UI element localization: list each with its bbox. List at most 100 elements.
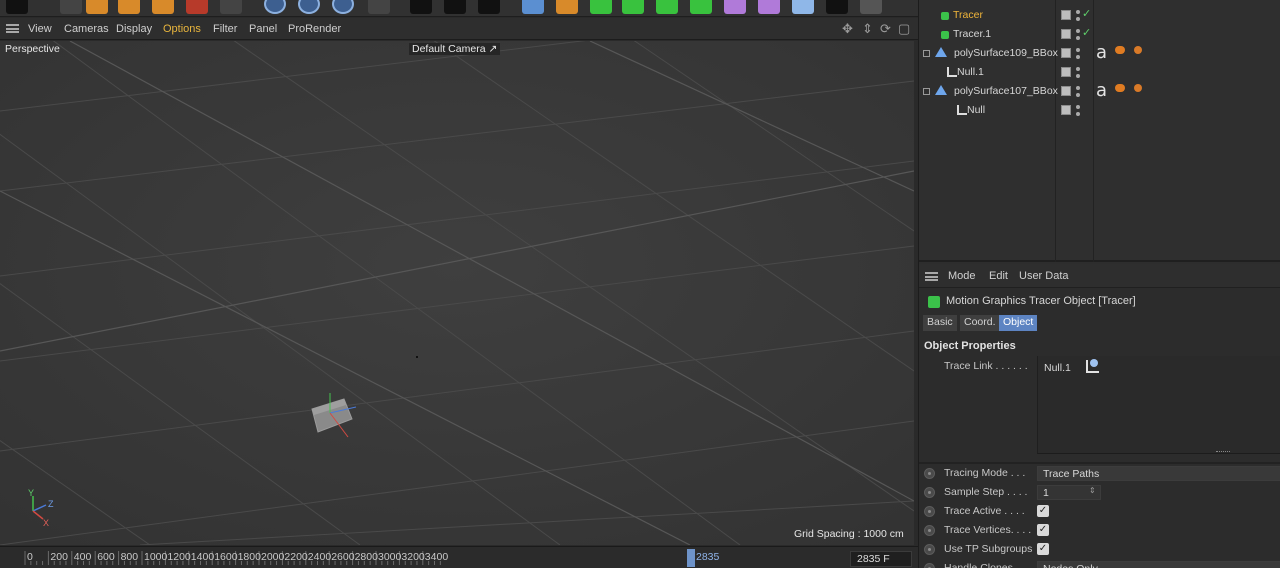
edit-visibility-icon[interactable] (1061, 67, 1071, 77)
editor-visibility-dot[interactable] (1076, 29, 1080, 33)
camera-icon[interactable] (826, 0, 848, 14)
trace-link-item[interactable]: Null.1 (1044, 362, 1071, 374)
render-visibility-dot[interactable] (1076, 55, 1080, 59)
tab-basic[interactable]: Basic (923, 315, 957, 331)
menu-prorender[interactable]: ProRender (288, 23, 341, 35)
style-tag-icon[interactable]: a (1096, 80, 1107, 101)
cube-primitive-icon[interactable] (522, 0, 544, 14)
object-name[interactable]: Null (967, 104, 985, 116)
pan-view-icon[interactable]: ✥ (842, 21, 853, 37)
property-dropdown[interactable]: Nodes Only (1037, 561, 1280, 568)
edit-visibility-icon[interactable] (1061, 48, 1071, 58)
object-row[interactable]: Null (919, 101, 1280, 120)
tree-expand-icon[interactable] (923, 50, 930, 57)
attribute-hamburger-icon[interactable] (925, 272, 938, 281)
zoom-view-icon[interactable]: ⇕ (862, 21, 873, 37)
menu-options[interactable]: Options (163, 23, 201, 35)
recent-tool-icon[interactable] (186, 0, 208, 14)
resize-handle[interactable] (1216, 451, 1230, 453)
coordinate-system-icon[interactable] (368, 0, 390, 14)
object-name[interactable]: Tracer (953, 9, 983, 21)
subdivision-icon[interactable] (622, 0, 644, 14)
select-tool-icon[interactable] (60, 0, 82, 14)
edit-visibility-icon[interactable] (1061, 29, 1071, 39)
mograph-tag-icon[interactable] (1134, 84, 1142, 92)
property-checkbox[interactable]: ✓ (1037, 524, 1049, 536)
array-icon[interactable] (656, 0, 678, 14)
menu-mode[interactable]: Mode (948, 270, 976, 282)
motion-tag-icon[interactable] (1115, 46, 1125, 54)
render-visibility-dot[interactable] (1076, 112, 1080, 116)
render-picture-viewer-icon[interactable] (444, 0, 466, 14)
menu-panel[interactable]: Panel (249, 23, 277, 35)
edit-visibility-icon[interactable] (1061, 105, 1071, 115)
property-checkbox[interactable]: ✓ (1037, 505, 1049, 517)
editor-visibility-dot[interactable] (1076, 48, 1080, 52)
timeline-ruler[interactable]: 0 200 400 600 800 1000 1200 1400 1600 1800 2000 220… (0, 546, 918, 568)
render-settings-icon[interactable] (478, 0, 500, 14)
render-visibility-dot[interactable] (1076, 93, 1080, 97)
menu-cameras[interactable]: Cameras (64, 23, 109, 35)
animation-radio[interactable] (924, 487, 935, 498)
field-icon[interactable] (758, 0, 780, 14)
stepper-arrows-icon[interactable]: ⇕ (1089, 486, 1096, 495)
live-selection-icon[interactable] (220, 0, 242, 14)
floor-icon[interactable] (792, 0, 814, 14)
move-tool-icon[interactable] (86, 0, 108, 14)
trace-link-list[interactable]: Null.1 (1037, 356, 1280, 454)
viewport-hamburger-icon[interactable] (6, 24, 19, 33)
enabled-check-icon[interactable]: ✓ (1082, 26, 1091, 39)
render-visibility-dot[interactable] (1076, 36, 1080, 40)
render-visibility-dot[interactable] (1076, 17, 1080, 21)
y-axis-lock-icon[interactable] (298, 0, 320, 14)
edit-visibility-icon[interactable] (1061, 10, 1071, 20)
tab-coord[interactable]: Coord. (960, 315, 1000, 331)
perspective-viewport[interactable]: Perspective Default Camera ↗ Grid Spacin… (0, 41, 914, 545)
menu-edit[interactable]: Edit (989, 270, 1008, 282)
property-checkbox[interactable]: ✓ (1037, 543, 1049, 555)
animation-radio[interactable] (924, 506, 935, 517)
property-dropdown[interactable]: Trace Paths (1037, 466, 1280, 481)
object-name[interactable]: polySurface107_BBox (954, 85, 1058, 97)
edit-visibility-icon[interactable] (1061, 86, 1071, 96)
current-frame-field[interactable]: 2835 F (850, 551, 912, 567)
light-icon[interactable] (860, 0, 882, 14)
editor-visibility-dot[interactable] (1076, 10, 1080, 14)
z-axis-lock-icon[interactable] (332, 0, 354, 14)
motion-tag-icon[interactable] (1115, 84, 1125, 92)
x-axis-lock-icon[interactable] (264, 0, 286, 14)
object-row[interactable]: polySurface109_BBox a (919, 42, 1280, 63)
mograph-tag-icon[interactable] (1134, 46, 1142, 54)
editor-visibility-dot[interactable] (1076, 105, 1080, 109)
object-name[interactable]: Null.1 (957, 66, 984, 78)
playhead-marker[interactable] (687, 549, 695, 567)
undo-icon[interactable] (6, 0, 28, 14)
object-name[interactable]: Tracer.1 (953, 28, 991, 40)
camera-label[interactable]: Default Camera ↗ (409, 43, 501, 55)
editor-visibility-dot[interactable] (1076, 67, 1080, 71)
render-view-icon[interactable] (410, 0, 432, 14)
object-row[interactable]: Tracer ✓ (919, 6, 1280, 25)
mograph-cloner-icon[interactable] (690, 0, 712, 14)
animation-radio[interactable] (924, 525, 935, 536)
scale-tool-icon[interactable] (118, 0, 140, 14)
generator-icon[interactable] (590, 0, 612, 14)
rotate-view-icon[interactable]: ⟳ (880, 21, 891, 37)
menu-user-data[interactable]: User Data (1019, 270, 1069, 282)
animation-radio[interactable] (924, 544, 935, 555)
object-row[interactable]: polySurface107_BBox a (919, 80, 1280, 101)
menu-view[interactable]: View (28, 23, 52, 35)
object-name[interactable]: polySurface109_BBox (954, 47, 1058, 59)
tab-object[interactable]: Object (999, 315, 1038, 331)
deformer-icon[interactable] (724, 0, 746, 14)
animation-radio[interactable] (924, 563, 935, 568)
toggle-view-icon[interactable]: ▢ (898, 21, 910, 37)
enabled-check-icon[interactable]: ✓ (1082, 7, 1091, 20)
rotate-tool-icon[interactable] (152, 0, 174, 14)
animation-radio[interactable] (924, 468, 935, 479)
render-visibility-dot[interactable] (1076, 74, 1080, 78)
tree-expand-icon[interactable] (923, 88, 930, 95)
editor-visibility-dot[interactable] (1076, 86, 1080, 90)
menu-display[interactable]: Display (116, 23, 152, 35)
spline-icon[interactable] (556, 0, 578, 14)
